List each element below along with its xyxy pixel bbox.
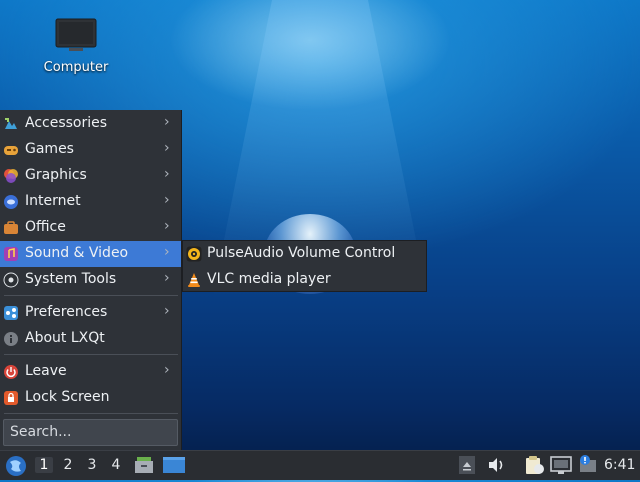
chevron-right-icon: ›: [164, 192, 170, 208]
menu-item-label: Accessories: [25, 115, 108, 131]
menu-item-label: Internet: [25, 193, 81, 209]
menu-item-label: Preferences: [25, 304, 108, 320]
chevron-right-icon: ›: [164, 362, 170, 378]
menu-item-system-tools[interactable]: System Tools ›: [0, 267, 181, 293]
leave-icon: [4, 365, 18, 379]
menu-item-label: Leave: [25, 363, 67, 379]
menu-item-label: Lock Screen: [25, 389, 110, 405]
submenu-item-pulseaudio[interactable]: PulseAudio Volume Control: [183, 241, 426, 267]
lock-icon: [4, 391, 18, 405]
desktop-switch-1[interactable]: 1: [35, 457, 53, 473]
menu-item-accessories[interactable]: Accessories ›: [0, 111, 181, 137]
clipboard-icon: [526, 456, 544, 474]
file-manager-icon: [135, 457, 153, 473]
menu-item-lock-screen[interactable]: Lock Screen: [0, 385, 181, 411]
pulseaudio-icon: [186, 246, 202, 262]
chevron-right-icon: ›: [164, 140, 170, 156]
notifications-button[interactable]: [577, 454, 599, 480]
taskbar-panel: 1 2 3 4 6:41: [0, 450, 640, 480]
start-menu-button[interactable]: [4, 454, 28, 482]
desktop-switch-2[interactable]: 2: [59, 457, 77, 473]
menu-item-label: Graphics: [25, 167, 87, 183]
show-desktop-icon: [163, 457, 185, 473]
network-icon: [550, 456, 572, 474]
sound-video-submenu: PulseAudio Volume Control VLC media play…: [182, 240, 427, 292]
menu-item-about[interactable]: About LXQt: [0, 326, 181, 352]
menu-item-label: System Tools: [25, 271, 117, 287]
menu-item-sound-video[interactable]: Sound & Video ›: [0, 241, 181, 267]
games-icon: [4, 146, 18, 155]
graphics-icon: [4, 169, 18, 183]
office-icon: [4, 221, 18, 234]
application-menu: Accessories › Games › Graphics › Interne…: [0, 110, 182, 450]
file-manager-launcher[interactable]: [134, 455, 154, 479]
computer-icon: [55, 18, 97, 51]
show-desktop-button[interactable]: [163, 456, 185, 478]
chevron-right-icon: ›: [164, 218, 170, 234]
network-button[interactable]: [550, 455, 572, 479]
menu-item-label: Games: [25, 141, 74, 157]
clipboard-button[interactable]: [523, 454, 545, 480]
menu-separator: [4, 354, 178, 355]
chevron-right-icon: ›: [164, 166, 170, 182]
vlc-icon: [188, 273, 200, 287]
lxqt-logo-icon: [6, 456, 26, 476]
menu-item-label: Office: [25, 219, 66, 235]
menu-separator: [4, 295, 178, 296]
menu-item-office[interactable]: Office ›: [0, 215, 181, 241]
chevron-right-icon: ›: [164, 270, 170, 286]
sound-video-icon: [4, 247, 18, 261]
desktop-computer-icon[interactable]: Computer: [36, 18, 116, 75]
preferences-icon: [4, 306, 18, 320]
tray-expander[interactable]: [459, 456, 475, 478]
system-tools-icon: [3, 272, 19, 288]
menu-item-graphics[interactable]: Graphics ›: [0, 163, 181, 189]
notification-icon: [580, 455, 596, 472]
desktop-switch-3[interactable]: 3: [83, 457, 101, 473]
menu-item-preferences[interactable]: Preferences ›: [0, 300, 181, 326]
menu-item-leave[interactable]: Leave ›: [0, 359, 181, 385]
menu-item-games[interactable]: Games ›: [0, 137, 181, 163]
menu-search-input[interactable]: Search...: [3, 419, 178, 446]
volume-button[interactable]: [487, 456, 507, 478]
chevron-right-icon: ›: [164, 244, 170, 260]
menu-item-label: Sound & Video: [25, 245, 129, 261]
chevron-right-icon: ›: [164, 114, 170, 130]
menu-item-internet[interactable]: Internet ›: [0, 189, 181, 215]
volume-icon: [489, 458, 503, 472]
submenu-item-vlc[interactable]: VLC media player: [183, 267, 426, 293]
menu-item-label: About LXQt: [25, 330, 105, 346]
submenu-item-label: VLC media player: [207, 271, 331, 287]
internet-icon: [4, 195, 18, 209]
chevron-right-icon: ›: [164, 303, 170, 319]
about-icon: [4, 332, 18, 346]
chevron-up-icon: [459, 456, 475, 474]
desktop-switch-4[interactable]: 4: [107, 457, 125, 473]
panel-clock[interactable]: 6:41: [604, 457, 635, 473]
submenu-item-label: PulseAudio Volume Control: [207, 245, 396, 261]
menu-separator: [4, 413, 178, 414]
accessories-icon: [5, 118, 17, 129]
computer-label: Computer: [43, 60, 109, 75]
